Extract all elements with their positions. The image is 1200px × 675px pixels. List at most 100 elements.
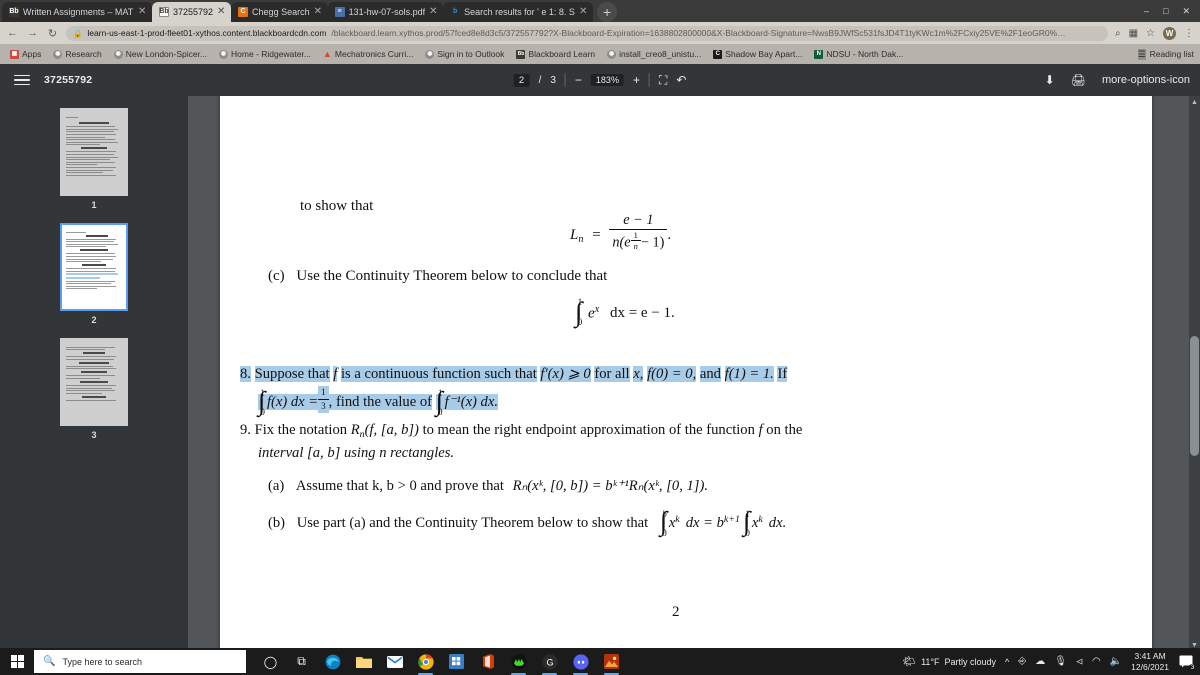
- tab-close-icon[interactable]: ✕: [138, 7, 147, 17]
- new-tab-button[interactable]: +: [597, 2, 618, 22]
- maximize-button[interactable]: □: [1163, 6, 1168, 16]
- bookmark-new-london-spicer[interactable]: ◉ New London-Spicer...: [110, 48, 211, 60]
- integrand-exponent: x: [594, 304, 600, 315]
- problem-9b[interactable]: (b) Use part (a) and the Continuity Theo…: [268, 508, 786, 537]
- bookmark-star-icon[interactable]: ☆: [1146, 28, 1155, 39]
- thumbnail-page-1[interactable]: [60, 108, 128, 196]
- url-input[interactable]: 🔒 learn-us-east-1-prod-fleet01-xythos.co…: [66, 25, 1108, 41]
- scroll-up-arrow[interactable]: ▲: [1190, 98, 1199, 107]
- close-window-button[interactable]: ✕: [1182, 6, 1190, 17]
- bookmark-mechatronics-curriculum[interactable]: ▲ Mechatronics Curri...: [319, 48, 417, 60]
- mail-icon[interactable]: [386, 653, 403, 670]
- bookmark-apps[interactable]: ▦ Apps: [6, 48, 45, 60]
- clock-date: 12/6/2021: [1131, 661, 1169, 672]
- minimize-button[interactable]: –: [1144, 6, 1149, 16]
- cloud-icon[interactable]: ☁: [1035, 656, 1045, 667]
- notification-center-icon[interactable]: 3: [1178, 654, 1197, 673]
- browser-tab-4[interactable]: b Search results for ' e 1: 8. Suppos ✕: [443, 2, 594, 22]
- thumbnail-page-3[interactable]: [60, 338, 128, 426]
- download-icon[interactable]: ⬇: [1045, 74, 1055, 86]
- cortana-icon[interactable]: ◯: [262, 653, 279, 670]
- reload-icon[interactable]: ↻: [46, 27, 59, 40]
- problem-8-number: 8.: [240, 366, 251, 382]
- tab-close-icon[interactable]: ✕: [429, 7, 438, 17]
- microsoft-store-icon[interactable]: [448, 653, 465, 670]
- page-number-input[interactable]: 2: [513, 73, 530, 87]
- browser-tab-2[interactable]: C Chegg Search ✕: [231, 2, 328, 22]
- bookmark-sign-in-to-outlook[interactable]: ◉ Sign in to Outlook: [421, 48, 508, 60]
- equation-Ln: Ln = e − 1 n(e 1 n − 1) .: [570, 212, 672, 251]
- chrome-menu-icon[interactable]: ⋮: [1184, 28, 1194, 39]
- photos-icon[interactable]: [603, 653, 620, 675]
- bookmark-home-ridgewater[interactable]: ◉ Home - Ridgewater...: [215, 48, 315, 60]
- zoom-icon[interactable]: ⌕: [1115, 28, 1121, 39]
- browser-tab-3[interactable]: ≡ 131-hw-07-sols.pdf ✕: [327, 2, 444, 22]
- equation-integral-e: ∫ 1 0 ex dx = e − 1.: [575, 298, 675, 328]
- bookmark-install-creo8[interactable]: ◉ install_creo8_unistu...: [603, 48, 705, 60]
- globe-icon: ◉: [607, 49, 617, 59]
- reading-list-button[interactable]: ☰ Reading list: [1137, 48, 1194, 60]
- microsoft-office-icon[interactable]: [479, 653, 496, 670]
- avatar[interactable]: W: [1163, 26, 1176, 40]
- vertical-scrollbar[interactable]: ▲ ▼: [1189, 96, 1200, 652]
- zoom-in-button[interactable]: +: [633, 74, 640, 86]
- onedrive-sync-icon[interactable]: ⎆: [1018, 656, 1026, 667]
- task-view-icon[interactable]: ⧉: [293, 653, 310, 670]
- back-icon[interactable]: ←: [6, 27, 19, 39]
- tab-close-icon[interactable]: ✕: [579, 7, 588, 17]
- bookmark-blackboard-learn[interactable]: Bb Blackboard Learn: [512, 48, 599, 60]
- forward-icon[interactable]: →: [26, 27, 39, 39]
- problem-8[interactable]: 8. Suppose that f is a continuous functi…: [240, 364, 1100, 417]
- bookmark-shadow-bay-apartments[interactable]: C Shadow Bay Apart...: [709, 48, 806, 60]
- thumbnail-item-2[interactable]: 2: [60, 223, 128, 338]
- q9b-int1-upper: b: [662, 508, 667, 519]
- logitech-g-icon[interactable]: G: [541, 653, 558, 675]
- print-icon[interactable]: 🖨: [1071, 74, 1086, 86]
- bookmarks-bar: ▦ Apps ◉ Research ◉ New London-Spicer... ◉ H…: [0, 44, 1200, 64]
- tab-close-icon[interactable]: ✕: [217, 7, 226, 17]
- search-input[interactable]: 🔍 Type here to search: [34, 650, 246, 673]
- pdf-page-area[interactable]: i=0 r − 1 to show that Ln = e − 1 n(e1n−…: [188, 96, 1200, 652]
- thumbnail-page-2[interactable]: [60, 223, 128, 311]
- autodesk-icon: ▲: [322, 48, 332, 59]
- file-explorer-icon[interactable]: [355, 653, 372, 670]
- clock[interactable]: 3:41 AM 12/6/2021: [1131, 651, 1169, 672]
- chegg-icon: C: [238, 7, 249, 17]
- razer-icon[interactable]: [510, 653, 527, 675]
- bookmark-ndsu[interactable]: N NDSU - North Dak...: [810, 48, 907, 60]
- problem-9a[interactable]: (a) Assume that k, b > 0 and prove that …: [268, 477, 708, 495]
- zoom-out-button[interactable]: −: [575, 74, 582, 86]
- thumbnail-item-3[interactable]: 3: [60, 338, 128, 453]
- more-options-icon[interactable]: more-options-icon: [1102, 74, 1190, 86]
- show-hidden-icons[interactable]: ^: [1005, 657, 1009, 667]
- rotate-counterclockwise-icon[interactable]: ↶: [676, 74, 686, 86]
- windows-start-icon[interactable]: [0, 655, 34, 668]
- hamburger-icon[interactable]: [14, 72, 30, 89]
- thumbnail-number: 2: [91, 315, 97, 325]
- weather-widget[interactable]: 🌤 11°F Partly cloudy: [902, 655, 996, 668]
- scrollbar-thumb[interactable]: [1190, 336, 1199, 456]
- volume-icon[interactable]: 🔈: [1110, 656, 1122, 667]
- tab-close-icon[interactable]: ✕: [314, 7, 323, 17]
- q9-function-f: f: [758, 422, 763, 438]
- thumbnail-item-1[interactable]: 1: [60, 108, 128, 223]
- pdf-viewer: 37255792 2 / 3 − 183% + ⛶ ↶ ⬇ 🖨 more-opt…: [0, 64, 1200, 652]
- total-pages: 3: [550, 74, 556, 86]
- q8-int1-upper: 1: [260, 388, 265, 399]
- browser-tab-0[interactable]: Bb Written Assignments – MATH 16 ✕: [2, 2, 152, 22]
- part-c-line: (c) Use the Continuity Theorem below to …: [268, 268, 607, 285]
- reading-list-label: Reading list: [1149, 49, 1194, 59]
- wifi-icon[interactable]: ◠: [1092, 656, 1101, 667]
- integrand-base: e: [588, 305, 595, 322]
- headset-icon[interactable]: ⏿: [1076, 656, 1083, 667]
- microphone-icon[interactable]: 🎙: [1054, 656, 1067, 667]
- search-icon: 🔍: [43, 656, 56, 667]
- extension-icon[interactable]: ▦: [1129, 28, 1138, 39]
- problem-9[interactable]: 9. Fix the notation Rn(f, [a, b]) to mea…: [240, 420, 1100, 465]
- fit-page-icon[interactable]: ⛶: [659, 74, 667, 86]
- discord-icon[interactable]: [572, 653, 589, 675]
- browser-tab-1[interactable]: Bb 37255792 ✕: [152, 2, 232, 22]
- microsoft-edge-icon[interactable]: [324, 653, 341, 670]
- bookmark-research[interactable]: ◉ Research: [49, 48, 105, 60]
- google-chrome-icon[interactable]: [417, 653, 434, 675]
